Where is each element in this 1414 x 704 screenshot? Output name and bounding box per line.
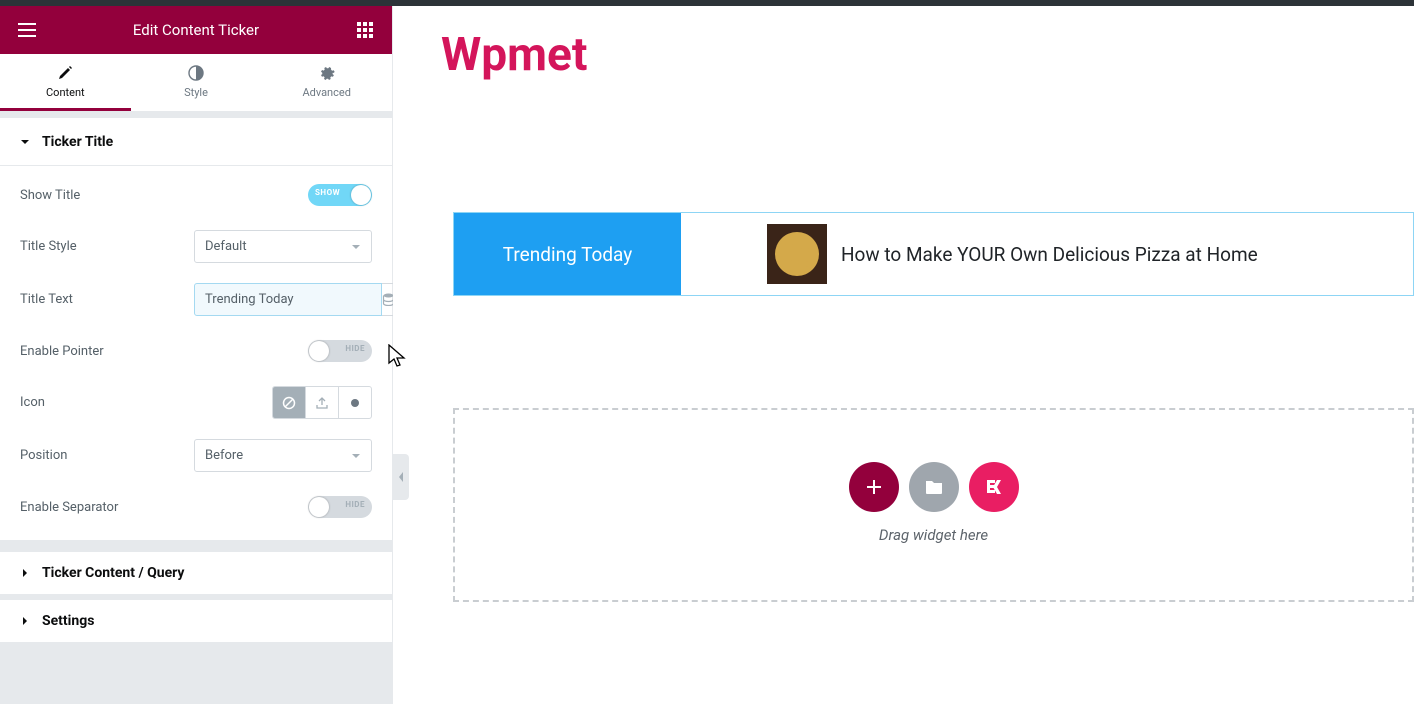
label-enable-separator: Enable Separator — [20, 500, 118, 515]
brand-logo: Wpmet — [441, 28, 587, 82]
hamburger-icon[interactable] — [14, 17, 40, 43]
ban-icon — [282, 396, 296, 410]
editor-tabs: Content Style Advanced — [0, 54, 392, 112]
tab-style[interactable]: Style — [131, 54, 262, 111]
input-title-text[interactable] — [194, 283, 382, 316]
editor-panel: Edit Content Ticker Content Style Advanc… — [0, 6, 393, 704]
label-enable-pointer: Enable Pointer — [20, 344, 104, 359]
icon-option-library[interactable] — [339, 387, 371, 418]
add-template-button[interactable] — [909, 462, 959, 512]
section-ticker-title[interactable]: Ticker Title — [0, 118, 392, 166]
ticker-item-text: How to Make YOUR Own Delicious Pizza at … — [841, 243, 1258, 266]
panel-title: Edit Content Ticker — [133, 21, 259, 39]
folder-icon — [924, 478, 944, 496]
ticker-title-box: Trending Today — [454, 213, 681, 295]
chevron-left-icon — [397, 471, 405, 483]
apps-grid-icon[interactable] — [352, 17, 378, 43]
tab-label: Style — [184, 86, 208, 99]
label-position: Position — [20, 448, 67, 463]
panel-collapse-handle[interactable] — [393, 454, 409, 500]
elementskit-button[interactable] — [969, 462, 1019, 512]
toggle-enable-pointer[interactable]: HIDE — [308, 340, 372, 362]
pencil-icon — [56, 64, 74, 82]
widget-dropzone[interactable]: Drag widget here — [453, 408, 1414, 602]
label-title-text: Title Text — [20, 292, 73, 307]
icon-choice — [272, 386, 372, 419]
pizza-thumbnail — [767, 224, 827, 284]
ticker-title-controls: Show Title SHOW Title Style Default Titl… — [0, 166, 392, 546]
tab-content[interactable]: Content — [0, 54, 131, 111]
section-heading: Settings — [42, 613, 94, 629]
dropzone-hint: Drag widget here — [455, 526, 1412, 544]
section-ticker-content[interactable]: Ticker Content / Query — [0, 546, 392, 594]
select-title-style[interactable]: Default — [194, 230, 372, 263]
ek-icon — [983, 476, 1005, 498]
caret-down-icon — [20, 137, 30, 147]
tab-advanced[interactable]: Advanced — [261, 54, 392, 111]
icon-option-none[interactable] — [273, 387, 306, 418]
icon-option-upload[interactable] — [306, 387, 339, 418]
ticker-body: How to Make YOUR Own Delicious Pizza at … — [681, 213, 1413, 295]
label-show-title: Show Title — [20, 188, 80, 203]
tab-label: Content — [46, 86, 85, 99]
toggle-enable-separator[interactable]: HIDE — [308, 496, 372, 518]
section-heading: Ticker Content / Query — [42, 565, 184, 581]
gear-icon — [318, 64, 336, 82]
upload-icon — [315, 396, 329, 410]
toggle-show-title[interactable]: SHOW — [308, 184, 372, 206]
panel-header: Edit Content Ticker — [0, 6, 392, 54]
select-position[interactable]: Before — [194, 439, 372, 472]
label-icon: Icon — [20, 395, 45, 410]
section-settings[interactable]: Settings — [0, 594, 392, 642]
chevron-down-icon — [351, 453, 361, 459]
tab-label: Advanced — [302, 86, 350, 99]
caret-right-icon — [20, 568, 30, 578]
preview-canvas: Wpmet Trending Today How to Make YOUR Ow… — [393, 6, 1414, 704]
circle-icon — [350, 398, 360, 408]
section-heading: Ticker Title — [42, 134, 113, 150]
chevron-down-icon — [351, 244, 361, 250]
content-ticker-widget[interactable]: Trending Today How to Make YOUR Own Deli… — [453, 212, 1414, 296]
label-title-style: Title Style — [20, 239, 77, 254]
plus-icon — [865, 478, 883, 496]
caret-right-icon — [20, 616, 30, 626]
add-section-button[interactable] — [849, 462, 899, 512]
contrast-icon — [187, 64, 205, 82]
